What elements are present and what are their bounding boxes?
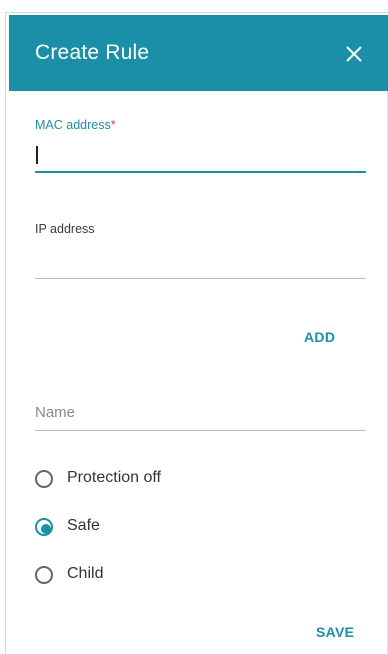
text-cursor <box>36 146 38 164</box>
dialog-title: Create Rule <box>35 41 150 64</box>
required-mark: * <box>110 118 116 132</box>
radio-unchecked-icon <box>35 566 53 584</box>
radio-label: Protection off <box>67 469 161 486</box>
radio-label: Child <box>67 565 104 582</box>
mac-address-underline <box>35 171 366 173</box>
create-rule-dialog: Create Rule MAC address* IP address ADD … <box>0 0 388 654</box>
save-button[interactable]: SAVE <box>316 624 354 640</box>
ip-address-label: IP address <box>35 222 95 236</box>
mac-address-label-text: MAC address <box>35 118 111 132</box>
mac-address-input[interactable] <box>35 141 366 169</box>
dialog-border-top <box>5 12 388 13</box>
radio-dot <box>41 524 51 534</box>
name-input[interactable] <box>35 396 366 428</box>
radio-checked-icon <box>35 518 53 536</box>
name-underline <box>35 430 366 431</box>
ip-address-underline <box>35 278 366 279</box>
add-button[interactable]: ADD <box>304 329 335 345</box>
radio-unchecked-icon <box>35 470 53 488</box>
dialog-header: Create Rule <box>9 15 388 91</box>
radio-label: Safe <box>67 517 100 534</box>
mac-address-label: MAC address* <box>35 118 116 132</box>
close-icon[interactable] <box>342 42 366 66</box>
dialog-border-left <box>5 12 6 654</box>
ip-address-input[interactable] <box>35 246 366 274</box>
